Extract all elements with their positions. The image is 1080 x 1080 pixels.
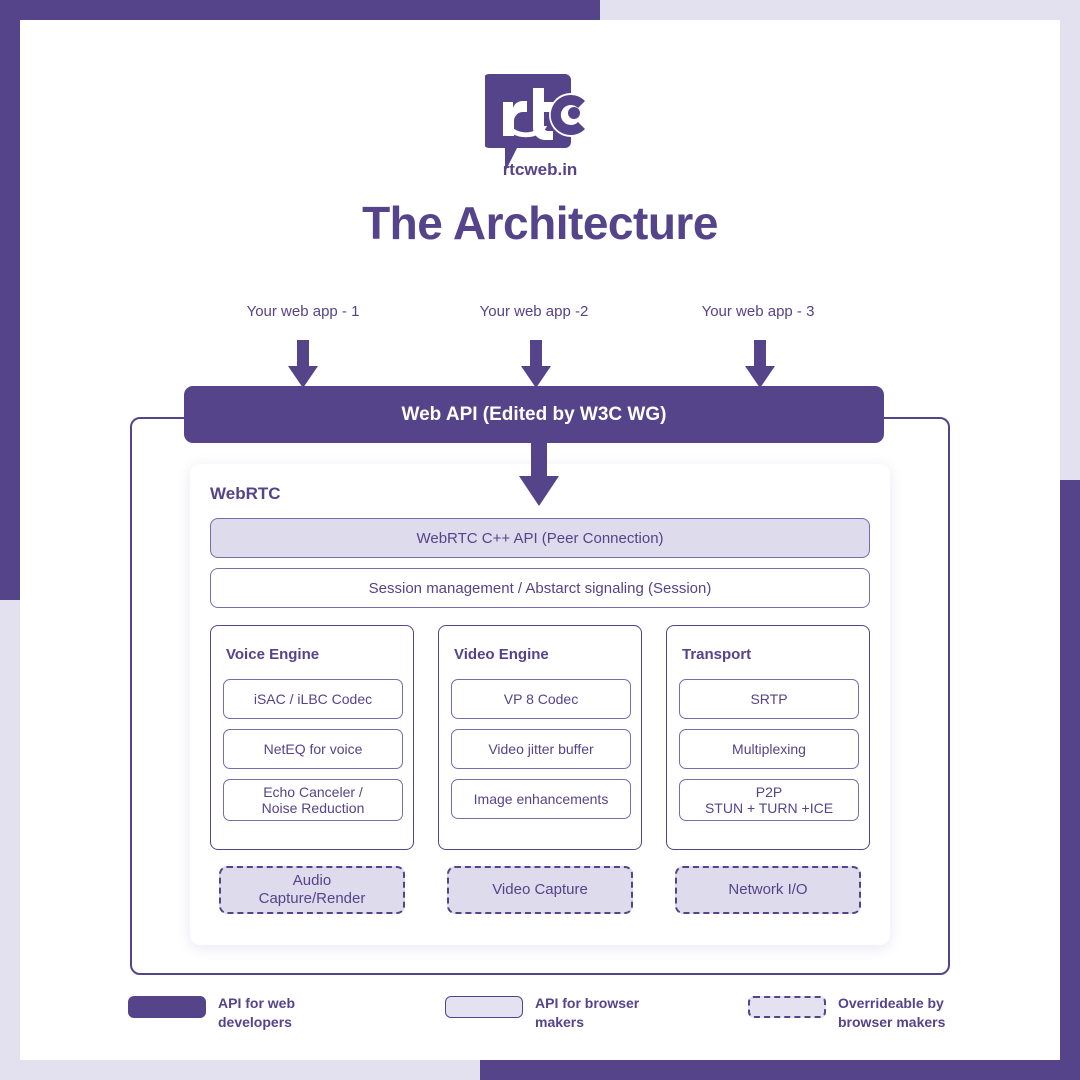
video-capture-box[interactable]: Video Capture: [447, 866, 633, 914]
decoration-bottom-bar: [480, 1060, 1080, 1080]
webrtc-session-management-label: Session management / Abstarct signaling …: [368, 579, 712, 597]
down-arrow-icon-1: [288, 340, 318, 388]
legend-label: API for browser makers: [535, 995, 640, 1030]
video-engine-items: VP 8 Codec Video jitter buffer Image enh…: [451, 679, 631, 819]
legend-item-api-web-developers: API for web developers: [128, 994, 368, 1032]
voice-engine-items: iSAC / iLBC Codec NetEQ for voice Echo C…: [223, 679, 403, 822]
web-api-bar[interactable]: Web API (Edited by W3C WG): [184, 386, 884, 443]
video-engine-item[interactable]: VP 8 Codec: [451, 679, 631, 719]
webrtc-session-management-bar[interactable]: Session management / Abstarct signaling …: [210, 568, 870, 608]
voice-engine-item[interactable]: NetEQ for voice: [223, 729, 403, 769]
video-engine-item[interactable]: Image enhancements: [451, 779, 631, 819]
down-arrow-icon-webrtc: [519, 440, 559, 506]
voice-engine-title: Voice Engine: [226, 646, 320, 663]
webrtc-peer-connection-bar[interactable]: WebRTC C++ API (Peer Connection): [210, 518, 870, 558]
legend-item-api-browser-makers: API for browser makers: [445, 994, 685, 1032]
video-engine-column: Video Engine VP 8 Codec Video jitter buf…: [438, 625, 642, 850]
page-title: The Architecture: [362, 197, 718, 249]
voice-engine-item[interactable]: iSAC / iLBC Codec: [223, 679, 403, 719]
legend-label: API for web developers: [218, 995, 296, 1030]
legend-item-overrideable: Overrideable by browser makers: [748, 994, 988, 1032]
transport-item[interactable]: P2P STUN + TURN +ICE: [679, 779, 859, 822]
web-app-label-2: Your web app -2: [479, 303, 589, 320]
rtcweb-logo-icon: rtcweb.in: [485, 74, 593, 179]
web-app-label-3: Your web app - 3: [701, 303, 815, 320]
legend-swatch-solid: [128, 996, 206, 1018]
webrtc-card: WebRTC WebRTC C++ API (Peer Connection) …: [190, 464, 890, 945]
video-engine-item[interactable]: Video jitter buffer: [451, 729, 631, 769]
web-api-bar-label: Web API (Edited by W3C WG): [401, 403, 667, 425]
network-io-box[interactable]: Network I/O: [675, 866, 861, 914]
video-engine-title: Video Engine: [454, 646, 549, 663]
logo: rtcweb.in: [20, 68, 1060, 183]
decoration-right-bar: [1060, 480, 1080, 1080]
voice-engine-column: Voice Engine iSAC / iLBC Codec NetEQ for…: [210, 625, 414, 850]
webrtc-peer-connection-label: WebRTC C++ API (Peer Connection): [416, 529, 664, 547]
transport-title: Transport: [682, 646, 752, 663]
down-arrow-icon-2: [521, 340, 551, 388]
transport-item[interactable]: SRTP: [679, 679, 859, 719]
legend-label: Overrideable by browser makers: [838, 995, 946, 1030]
transport-items: SRTP Multiplexing P2P STUN + TURN +ICE: [679, 679, 859, 822]
decoration-top-left-bar: [0, 0, 600, 20]
svg-text:rtcweb.in: rtcweb.in: [503, 160, 578, 179]
legend-swatch-dashed: [748, 996, 826, 1018]
down-arrow-icon-3: [745, 340, 775, 388]
audio-capture-render-box[interactable]: Audio Capture/Render: [219, 866, 405, 914]
web-app-label-1: Your web app - 1: [246, 303, 360, 320]
decoration-left-bar: [0, 0, 20, 600]
transport-column: Transport SRTP Multiplexing P2P STUN + T…: [666, 625, 870, 850]
webrtc-heading: WebRTC: [210, 484, 281, 503]
transport-item[interactable]: Multiplexing: [679, 729, 859, 769]
legend-swatch-light: [445, 996, 523, 1018]
voice-engine-item[interactable]: Echo Canceler / Noise Reduction: [223, 779, 403, 822]
